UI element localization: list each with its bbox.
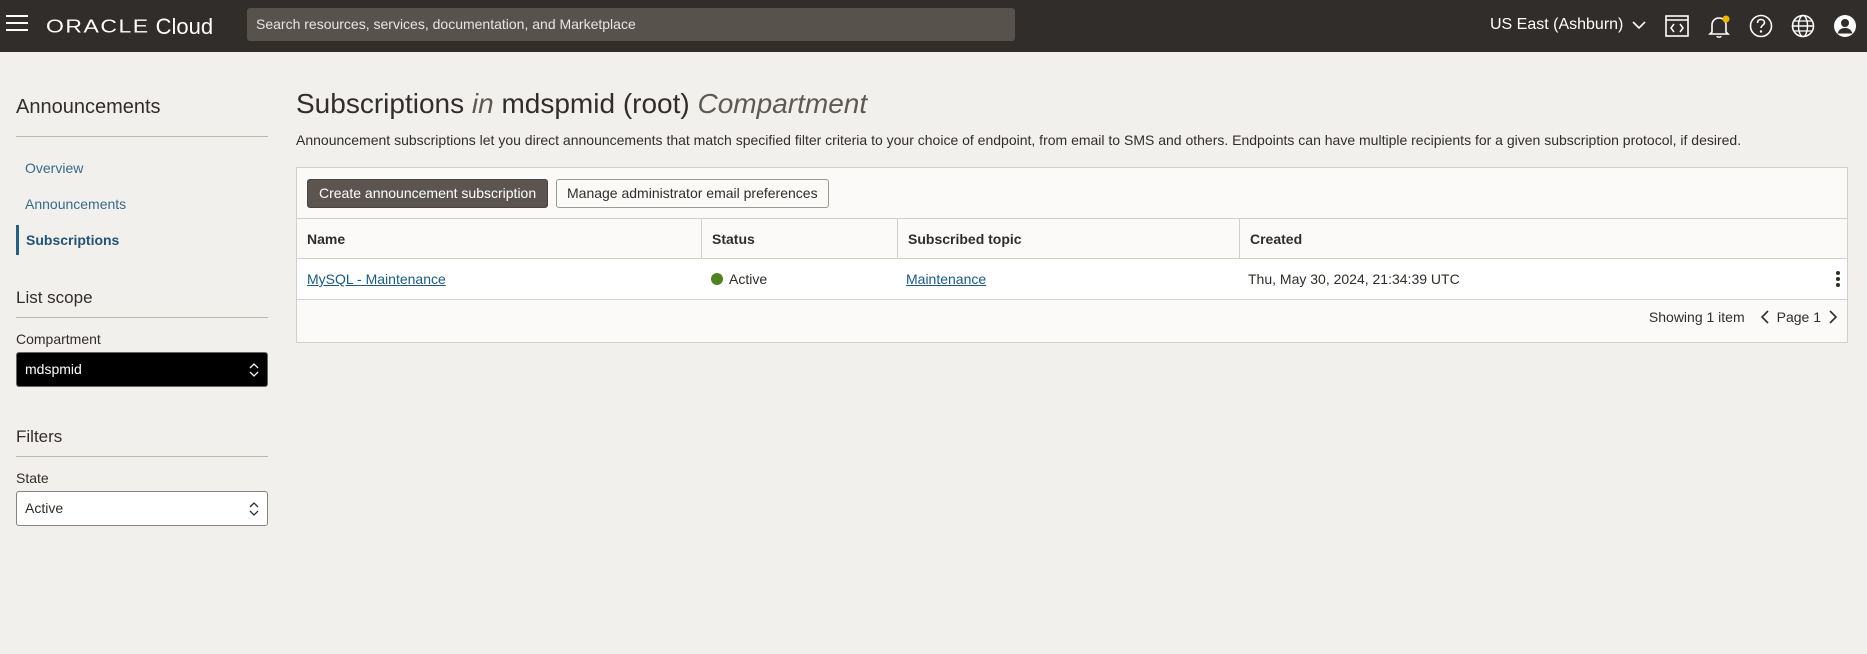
state-value: Active [25, 500, 64, 516]
language-globe-icon[interactable] [1790, 13, 1816, 39]
sidebar-item-subscriptions[interactable]: Subscriptions [16, 225, 268, 255]
column-header-subscribed-topic[interactable]: Subscribed topic [897, 219, 1239, 259]
table-header: Name Status Subscribed topic Created [297, 218, 1847, 259]
sidebar-item-overview[interactable]: Overview [16, 153, 268, 183]
page-title-main: Subscriptions [296, 88, 465, 119]
filters-heading: Filters [16, 427, 63, 446]
divider [16, 456, 268, 457]
notification-bell-icon[interactable] [1706, 13, 1732, 39]
state-label: State [16, 470, 49, 486]
page-title-suffix: Compartment [697, 88, 868, 119]
status-cell: Active [711, 259, 767, 299]
next-page-icon[interactable] [1827, 309, 1839, 325]
chevron-down-icon [1632, 21, 1646, 29]
create-subscription-button[interactable]: Create announcement subscription [307, 179, 549, 208]
divider [16, 317, 268, 318]
table-row: MySQL - Maintenance Active Maintenance T… [297, 259, 1847, 300]
row-actions-menu-icon[interactable] [1832, 271, 1844, 289]
page-number: Page 1 [1776, 309, 1821, 325]
column-header-created[interactable]: Created [1239, 219, 1847, 259]
status-active-dot-icon [711, 273, 723, 285]
search-input[interactable]: Search resources, services, documentatio… [247, 8, 1015, 41]
compartment-label: Compartment [16, 331, 101, 347]
page-title-compartment: mdspmid (root) [501, 88, 690, 119]
list-scope-heading: List scope [16, 288, 93, 307]
code-editor-icon[interactable] [1664, 13, 1690, 39]
subscription-name-link[interactable]: MySQL - Maintenance [307, 271, 446, 287]
help-icon[interactable] [1748, 13, 1774, 39]
subscribed-topic-link[interactable]: Maintenance [906, 271, 986, 287]
subscriptions-panel: Create announcement subscription Manage … [296, 167, 1848, 343]
manage-email-preferences-button[interactable]: Manage administrator email preferences [556, 179, 829, 208]
page-description: Announcement subscriptions let you direc… [296, 132, 1742, 148]
column-header-status[interactable]: Status [701, 219, 897, 259]
user-profile-icon[interactable] [1832, 13, 1858, 39]
sidebar-title: Announcements [16, 96, 161, 118]
page-title: Subscriptions in mdspmid (root) Compartm… [296, 88, 867, 120]
column-header-name[interactable]: Name [297, 219, 701, 259]
oracle-cloud-logo[interactable]: ORACLE Cloud [46, 13, 213, 40]
logo-product: Cloud [155, 14, 214, 39]
created-date: Thu, May 30, 2024, 21:34:39 UTC [1248, 271, 1460, 287]
compartment-select[interactable]: mdspmid [16, 352, 268, 387]
page-title-in: in [471, 88, 494, 119]
menu-icon[interactable] [6, 15, 28, 33]
compartment-value: mdspmid [25, 361, 82, 377]
previous-page-icon[interactable] [1759, 309, 1771, 325]
select-arrows-icon [249, 502, 259, 516]
region-label: US East (Ashburn) [1490, 16, 1624, 33]
sidebar-item-announcements[interactable]: Announcements [16, 189, 268, 219]
showing-count: Showing 1 item [1648, 309, 1745, 325]
state-select[interactable]: Active [16, 491, 268, 526]
logo-brand: ORACLE [46, 15, 150, 37]
top-navigation-bar: ORACLE Cloud Search resources, services,… [0, 0, 1867, 52]
select-arrows-icon [249, 363, 259, 377]
status-text: Active [729, 271, 768, 287]
pagination: Showing 1 item Page 1 [1649, 309, 1839, 325]
region-selector[interactable]: US East (Ashburn) [1490, 0, 1646, 52]
divider [16, 136, 268, 137]
